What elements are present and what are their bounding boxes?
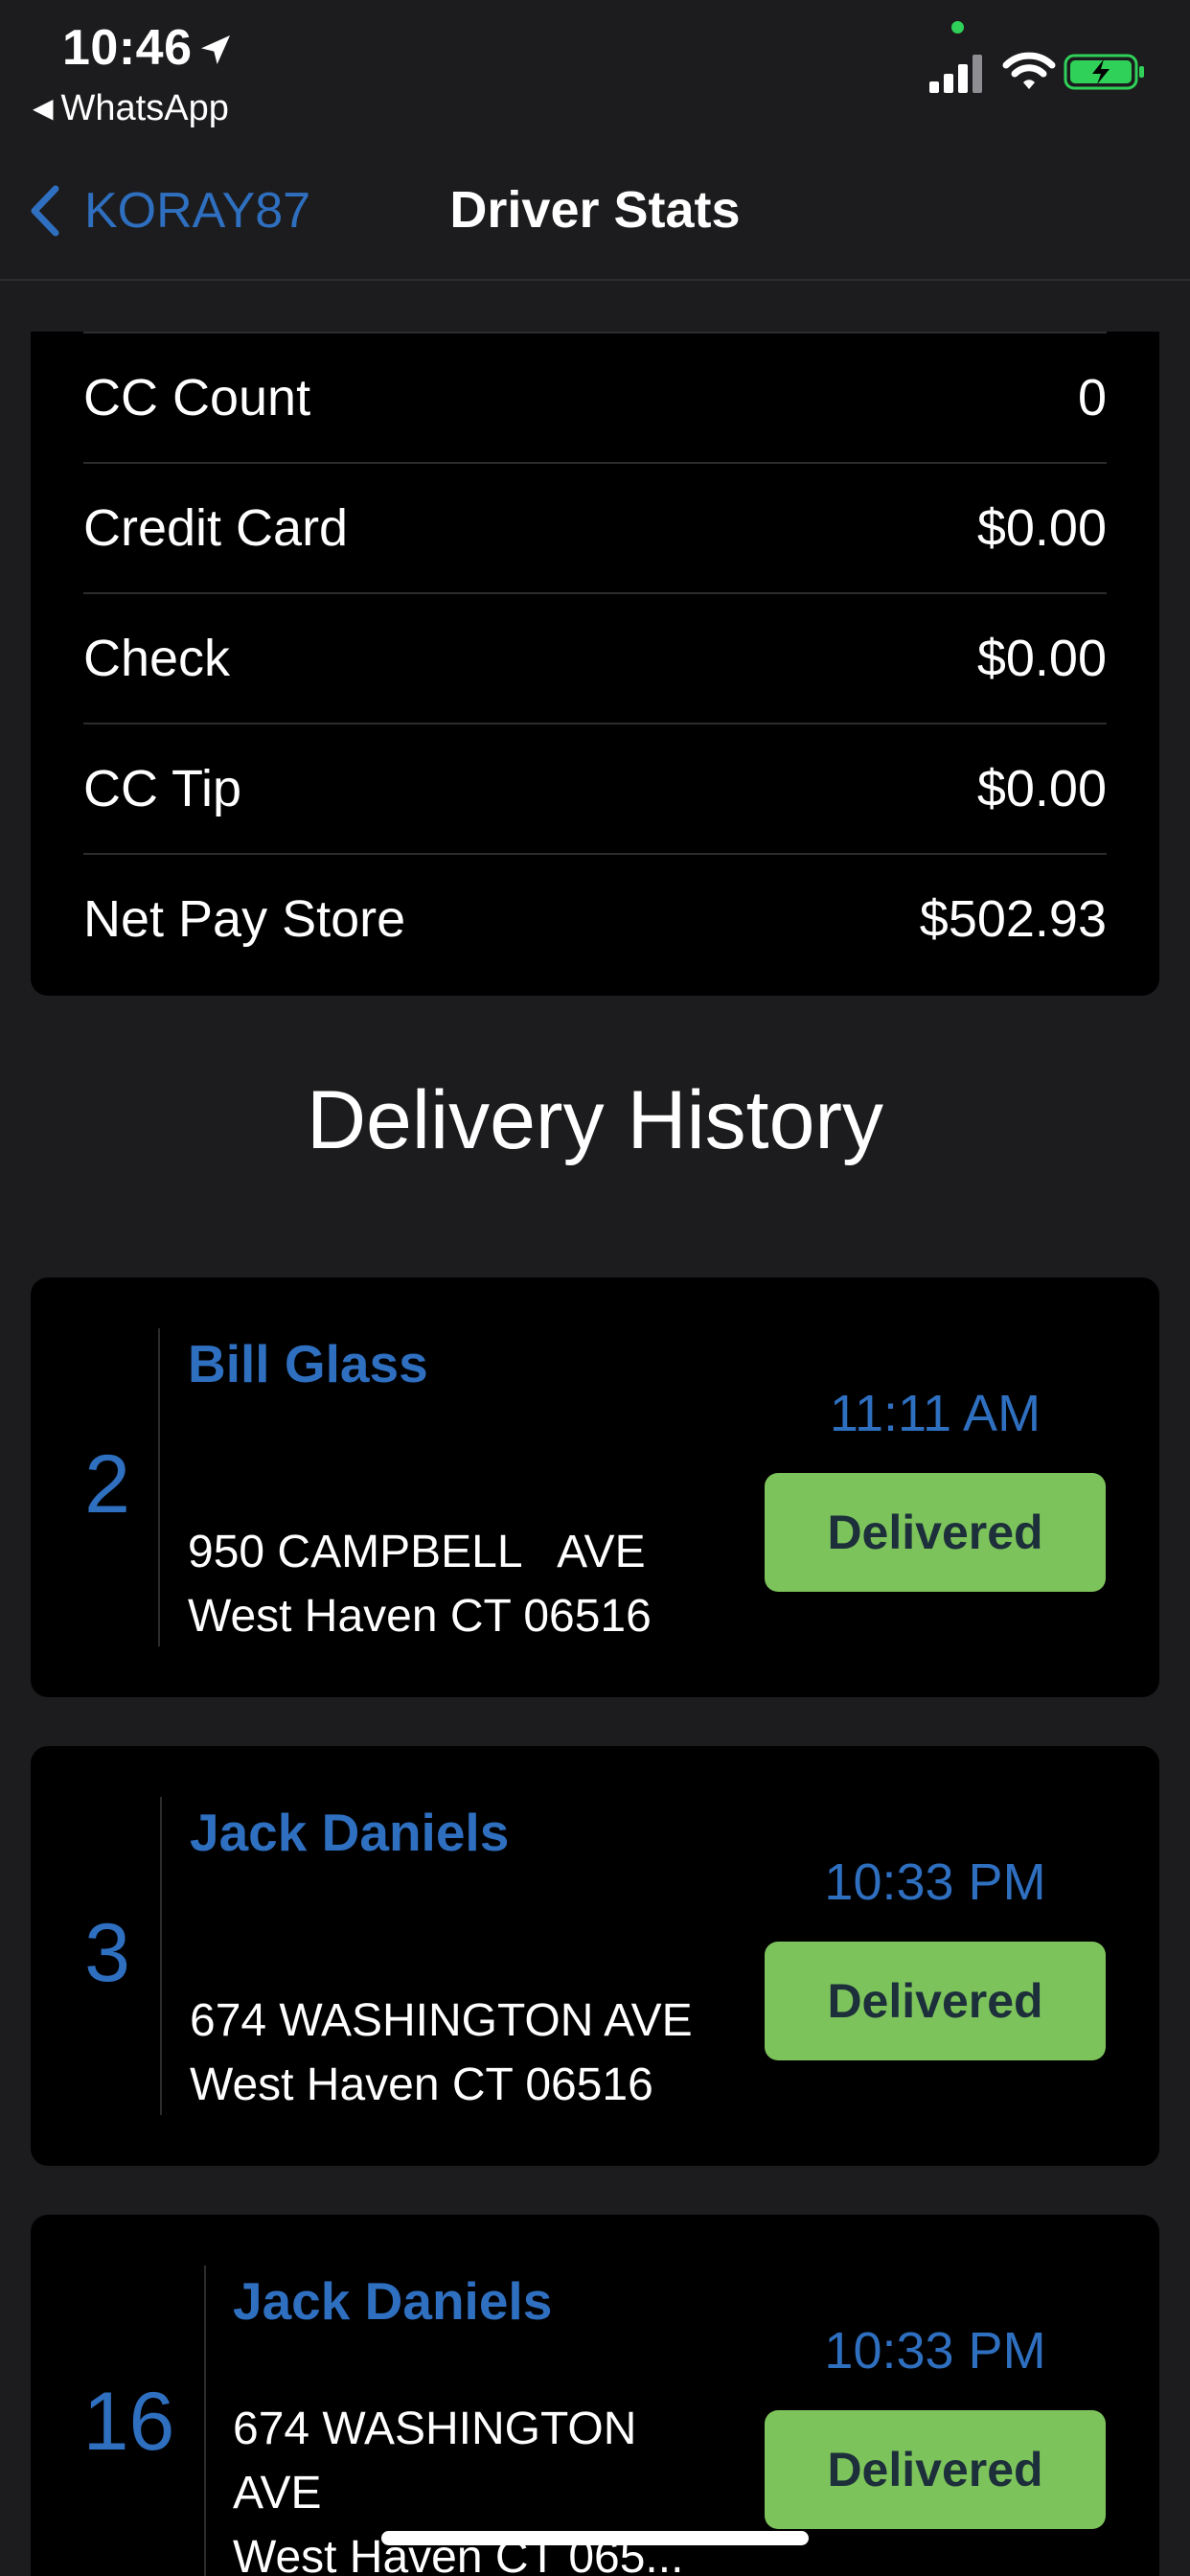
- stats-label: Credit Card: [83, 499, 349, 557]
- stats-row-cc-count: CC Count 0: [83, 333, 1107, 463]
- delivered-status-button[interactable]: Delivered: [765, 2410, 1106, 2529]
- stats-label: CC Tip: [83, 760, 242, 817]
- home-indicator[interactable]: [381, 2531, 809, 2545]
- delivered-status-button[interactable]: Delivered: [765, 1473, 1106, 1592]
- delivery-time: 10:33 PM: [824, 2322, 1046, 2380]
- navigation-bar: KORAY87 Driver Stats: [0, 144, 1190, 281]
- divider: [160, 1797, 162, 2115]
- page-title-text: Driver Stats: [449, 181, 741, 239]
- stats-row-check: Check $0.00: [83, 592, 1107, 723]
- stats-label: CC Count: [83, 369, 311, 426]
- delivery-address: 674 WASHINGTON AVE West Haven CT 06516: [190, 1995, 693, 2110]
- camera-indicator-dot: [951, 21, 964, 34]
- back-app-label: WhatsApp: [60, 88, 229, 128]
- page-title: Driver Stats: [0, 180, 1190, 240]
- stats-value: $0.00: [976, 630, 1107, 687]
- order-number: 16: [82, 2376, 175, 2468]
- delivered-status-button[interactable]: Delivered: [765, 1942, 1106, 2060]
- stats-value: $0.00: [976, 760, 1107, 817]
- stats-value: $0.00: [976, 499, 1107, 557]
- delivery-history-title: Delivery History: [306, 1074, 884, 1166]
- stats-row-cc-tip: CC Tip $0.00: [83, 723, 1107, 853]
- delivery-card[interactable]: 16 Jack Daniels 674 WASHINGTON AVE West …: [31, 2215, 1159, 2576]
- delivery-time: 11:11 AM: [829, 1385, 1041, 1442]
- status-bar: 10:46 ◀ WhatsApp: [0, 0, 1190, 144]
- battery-charging-icon: [1064, 54, 1144, 90]
- divider: [158, 1328, 160, 1646]
- stats-value: 0: [1077, 369, 1107, 426]
- back-to-app-link[interactable]: ◀ WhatsApp: [33, 88, 229, 129]
- delivery-card[interactable]: 2 Bill Glass 950 CAMPBELL AVE West Haven…: [31, 1277, 1159, 1697]
- stats-value: $502.93: [919, 890, 1107, 948]
- cellular-signal-icon: [929, 55, 982, 93]
- status-time: 10:46: [62, 20, 193, 76]
- customer-name: Bill Glass: [188, 1334, 428, 1393]
- location-arrow-icon: [201, 35, 230, 64]
- screen: 10:46 ◀ WhatsApp KORAY87 Driver Stats CC…: [0, 0, 1190, 2576]
- stats-row-credit-card: Credit Card $0.00: [83, 462, 1107, 592]
- divider: [204, 2266, 206, 2576]
- customer-name: Jack Daniels: [233, 2271, 553, 2331]
- back-triangle-icon: ◀: [33, 93, 54, 123]
- delivery-address: 674 WASHINGTON AVE West Haven CT 065...: [233, 2404, 684, 2576]
- stats-row-net-pay-store: Net Pay Store $502.93: [83, 853, 1107, 983]
- stats-label: Net Pay Store: [83, 890, 406, 948]
- delivery-time: 10:33 PM: [824, 1853, 1046, 1911]
- wifi-icon: [1002, 52, 1056, 89]
- order-number: 2: [84, 1438, 130, 1530]
- delivery-card[interactable]: 3 Jack Daniels 674 WASHINGTON AVE West H…: [31, 1746, 1159, 2166]
- stats-label: Check: [83, 630, 231, 687]
- driver-stats-card: CC Count 0 Credit Card $0.00 Check $0.00…: [31, 332, 1159, 996]
- customer-name: Jack Daniels: [190, 1803, 510, 1862]
- delivery-address: 950 CAMPBELL AVE West Haven CT 06516: [188, 1527, 652, 1642]
